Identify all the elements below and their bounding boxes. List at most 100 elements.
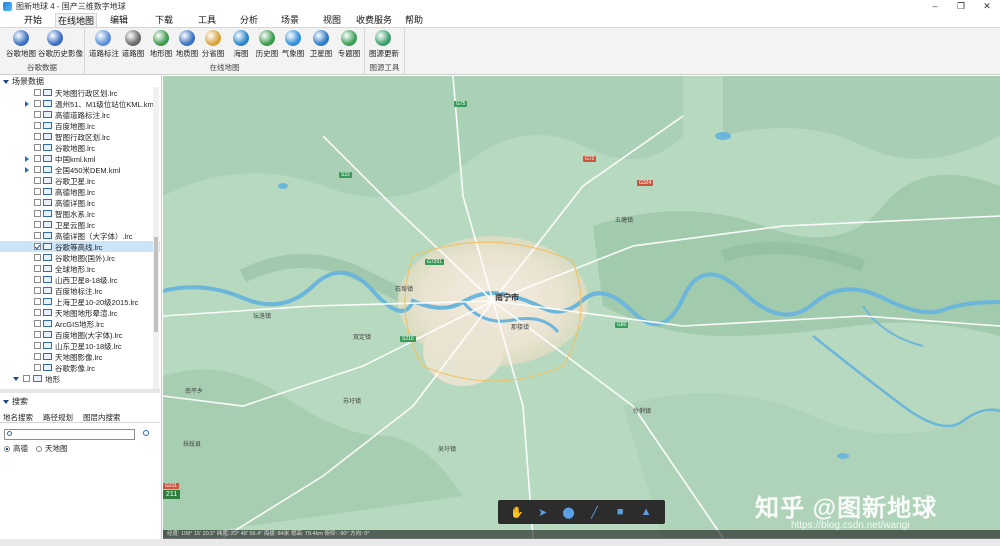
search-header[interactable]: 搜索 — [0, 396, 160, 407]
layer-checkbox[interactable] — [34, 254, 41, 261]
menu-3[interactable]: 下载 — [143, 13, 185, 27]
scene-data-header[interactable]: 场景数据 — [0, 76, 161, 87]
layer-checkbox[interactable] — [34, 320, 41, 327]
layer-checkbox[interactable] — [34, 309, 41, 316]
line-tool-icon[interactable]: ╱ — [586, 506, 602, 519]
map-canvas[interactable] — [163, 76, 1000, 538]
layer-checkbox[interactable] — [34, 166, 41, 173]
menu-9[interactable]: 帮助 — [393, 13, 435, 27]
polygon-tool-icon[interactable]: ■ — [612, 506, 628, 518]
terrain-node[interactable]: 地形 — [0, 373, 160, 384]
layer-checkbox[interactable] — [34, 298, 41, 305]
menu-4[interactable]: 工具 — [186, 13, 228, 27]
layer-checkbox[interactable] — [34, 364, 41, 371]
select-tool-icon[interactable]: ➤ — [535, 506, 551, 519]
ribbon-button-1-6[interactable]: 历史图 — [253, 30, 281, 62]
layer-row[interactable]: 谷歌地图.lrc — [0, 142, 160, 153]
ribbon-button-1-2[interactable]: 地形图 — [147, 30, 175, 62]
expand-arrow-icon[interactable] — [25, 156, 29, 162]
layer-row[interactable]: 全球地形.lrc — [0, 263, 160, 274]
ribbon-button-1-0[interactable]: 道路标注 — [89, 30, 119, 62]
menu-1[interactable]: 在线地图 — [55, 13, 97, 27]
layer-checkbox[interactable] — [34, 111, 41, 118]
layer-tree-scrollbar[interactable] — [153, 87, 159, 389]
layer-row[interactable]: ArcGIS地形.lrc — [0, 318, 160, 329]
layer-checkbox[interactable] — [34, 133, 41, 140]
layer-row[interactable]: 天地图行政区划.lrc — [0, 87, 160, 98]
source-radio[interactable] — [36, 445, 42, 452]
layer-checkbox[interactable] — [34, 342, 41, 349]
menu-7[interactable]: 视图 — [311, 13, 353, 27]
layer-row[interactable]: 高德地图.lrc — [0, 186, 160, 197]
source-radio[interactable] — [4, 445, 10, 452]
layer-checkbox[interactable] — [34, 188, 41, 195]
maximize-icon[interactable]: ❐ — [948, 0, 974, 12]
ribbon-button-2-0[interactable]: 图源更新 — [369, 30, 399, 62]
layer-checkbox[interactable] — [34, 122, 41, 129]
ribbon-button-1-5[interactable]: 海图 — [227, 30, 255, 62]
layer-checkbox[interactable] — [34, 243, 41, 250]
layer-row[interactable]: 百度地图.lrc — [0, 120, 160, 131]
layer-row[interactable]: 上海卫星10-20级2015.lrc — [0, 296, 160, 307]
search-icon[interactable] — [143, 430, 149, 436]
ribbon-button-1-8[interactable]: 卫星图 — [307, 30, 335, 62]
layer-row[interactable]: 谷歌影像.lrc — [0, 362, 160, 373]
scrollbar-thumb[interactable] — [154, 237, 158, 332]
close-icon[interactable]: ✕ — [974, 0, 1000, 12]
layer-checkbox[interactable] — [34, 276, 41, 283]
measure-tool-icon[interactable]: ▲ — [638, 506, 654, 518]
menu-2[interactable]: 编辑 — [98, 13, 140, 27]
ribbon-button-1-1[interactable]: 道路图 — [119, 30, 147, 62]
layer-checkbox[interactable] — [34, 232, 41, 239]
layer-row[interactable]: 山东卫星10-18级.lrc — [0, 340, 160, 351]
layer-checkbox[interactable] — [34, 155, 41, 162]
layer-row[interactable]: 百度地图(大字体).lrc — [0, 329, 160, 340]
layer-row[interactable]: 温州51、M1级位站位KML.kml — [0, 98, 160, 109]
layer-row[interactable]: 高德详图（大字体）.lrc — [0, 230, 160, 241]
expand-arrow-icon[interactable] — [25, 167, 29, 173]
layer-checkbox[interactable] — [23, 375, 30, 382]
menu-0[interactable]: 开始 — [12, 13, 54, 27]
ribbon-button-1-4[interactable]: 分省图 — [199, 30, 227, 62]
minimize-icon[interactable]: – — [922, 0, 948, 12]
placemark-tool-icon[interactable]: ⬤ — [561, 506, 577, 519]
layer-checkbox[interactable] — [34, 221, 41, 228]
layer-checkbox[interactable] — [34, 331, 41, 338]
layer-row[interactable]: 智图水系.lrc — [0, 208, 160, 219]
layer-row[interactable]: 高德详图.lrc — [0, 197, 160, 208]
layer-tree-hscrollbar[interactable] — [0, 389, 160, 393]
menu-8[interactable]: 收费服务 — [350, 13, 398, 27]
layer-checkbox[interactable] — [34, 265, 41, 272]
map-view[interactable]: 南宁市 南平乡 扶绥县 五塘镇 那楼镇 伶俐镇 双定镇 吴圩镇 苏圩镇 坛洛镇 石埠镇 G75 G7… — [163, 76, 1000, 538]
ribbon-button-0-0[interactable]: 谷歌地图 — [4, 30, 38, 62]
layer-row[interactable]: 百度地标注.lrc — [0, 285, 160, 296]
layer-row[interactable]: 谷歌等高线.lrc — [0, 241, 160, 252]
ribbon-button-1-7[interactable]: 气象图 — [279, 30, 307, 62]
layer-row[interactable]: 卫星云图.lrc — [0, 219, 160, 230]
layer-checkbox[interactable] — [34, 353, 41, 360]
layer-row[interactable]: 全国450米DEM.kml — [0, 164, 160, 175]
layer-row[interactable]: 谷歌地图(国外).lrc — [0, 252, 160, 263]
ribbon-button-1-3[interactable]: 地质图 — [173, 30, 201, 62]
ribbon-button-1-9[interactable]: 专题图 — [335, 30, 363, 62]
expand-arrow-icon[interactable] — [25, 101, 29, 107]
layer-checkbox[interactable] — [34, 199, 41, 206]
collapse-icon[interactable] — [3, 79, 9, 84]
menu-5[interactable]: 分析 — [228, 13, 270, 27]
ribbon-button-0-1[interactable]: 谷歌历史影像 — [38, 30, 83, 62]
layer-row[interactable]: 天地图地形晕渲.lrc — [0, 307, 160, 318]
layer-checkbox[interactable] — [34, 210, 41, 217]
search-input[interactable] — [4, 429, 135, 440]
layer-row[interactable]: 山西卫星8-18级.lrc — [0, 274, 160, 285]
layer-row[interactable]: 高德道路标注.lrc — [0, 109, 160, 120]
layer-checkbox[interactable] — [34, 287, 41, 294]
layer-checkbox[interactable] — [34, 144, 41, 151]
menu-6[interactable]: 场景 — [269, 13, 311, 27]
pan-tool-icon[interactable]: ✋ — [509, 506, 525, 519]
layer-row[interactable]: 天地图影像.lrc — [0, 351, 160, 362]
expand-arrow-icon[interactable] — [13, 377, 19, 381]
layer-checkbox[interactable] — [34, 89, 41, 96]
collapse-icon[interactable] — [3, 399, 9, 404]
layer-row[interactable]: 谷歌卫星.lrc — [0, 175, 160, 186]
layer-checkbox[interactable] — [34, 100, 41, 107]
